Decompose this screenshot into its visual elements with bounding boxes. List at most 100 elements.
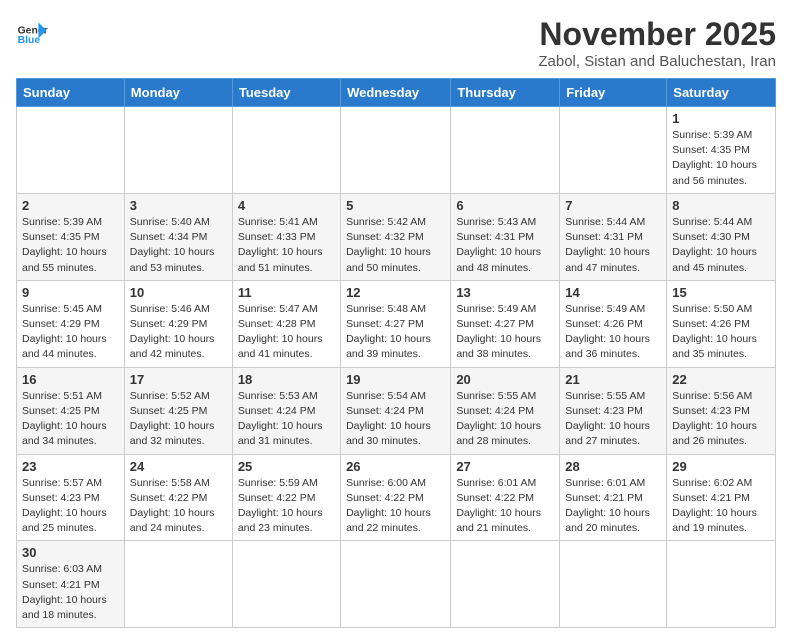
calendar-cell <box>232 107 340 194</box>
day-number: 20 <box>456 372 554 387</box>
day-number: 16 <box>22 372 119 387</box>
day-info: Sunrise: 5:45 AM Sunset: 4:29 PM Dayligh… <box>22 302 119 363</box>
day-number: 12 <box>346 285 445 300</box>
day-number: 19 <box>346 372 445 387</box>
month-title: November 2025 <box>538 16 776 53</box>
day-number: 8 <box>672 198 770 213</box>
day-number: 28 <box>565 459 661 474</box>
header-friday: Friday <box>560 79 667 107</box>
calendar-cell: 23Sunrise: 5:57 AM Sunset: 4:23 PM Dayli… <box>17 454 125 541</box>
day-number: 15 <box>672 285 770 300</box>
day-info: Sunrise: 5:46 AM Sunset: 4:29 PM Dayligh… <box>130 302 227 363</box>
calendar-cell: 20Sunrise: 5:55 AM Sunset: 4:24 PM Dayli… <box>451 367 560 454</box>
day-number: 30 <box>22 545 119 560</box>
calendar-cell: 10 Sunrise: 5:46 AM Sunset: 4:29 PM Dayli… <box>124 280 232 367</box>
day-number: 5 <box>346 198 445 213</box>
day-info: Sunrise: 5:48 AM Sunset: 4:27 PM Dayligh… <box>346 302 445 363</box>
calendar-cell: 5 Sunrise: 5:42 AM Sunset: 4:32 PM Daylig… <box>341 193 451 280</box>
calendar-week-row: 2Sunrise: 5:39 AM Sunset: 4:35 PM Daylig… <box>17 193 776 280</box>
day-info: Sunrise: 5:42 AM Sunset: 4:32 PM Dayligh… <box>346 215 445 276</box>
logo: General Blue <box>16 16 48 48</box>
day-info: Sunrise: 6:01 AM Sunset: 4:21 PM Dayligh… <box>565 476 661 537</box>
calendar-cell: 18 Sunrise: 5:53 AM Sunset: 4:24 PM Dayli… <box>232 367 340 454</box>
calendar-cell <box>17 107 125 194</box>
calendar-cell <box>560 107 667 194</box>
calendar-cell: 3Sunrise: 5:40 AM Sunset: 4:34 PM Daylig… <box>124 193 232 280</box>
day-number: 4 <box>238 198 335 213</box>
calendar-week-row: 23Sunrise: 5:57 AM Sunset: 4:23 PM Dayli… <box>17 454 776 541</box>
calendar-week-row: 1 Sunrise: 5:39 AM Sunset: 4:35 PM Daylig… <box>17 107 776 194</box>
day-number: 18 <box>238 372 335 387</box>
calendar-cell <box>560 541 667 628</box>
calendar-week-row: 9 Sunrise: 5:45 AM Sunset: 4:29 PM Daylig… <box>17 280 776 367</box>
day-number: 27 <box>456 459 554 474</box>
header-wednesday: Wednesday <box>341 79 451 107</box>
calendar-cell <box>124 541 232 628</box>
calendar-cell: 30 Sunrise: 6:03 AM Sunset: 4:21 PM Dayli… <box>17 541 125 628</box>
day-number: 7 <box>565 198 661 213</box>
day-info: Sunrise: 5:53 AM Sunset: 4:24 PM Dayligh… <box>238 389 335 450</box>
calendar-cell: 19 Sunrise: 5:54 AM Sunset: 4:24 PM Dayli… <box>341 367 451 454</box>
day-info: Sunrise: 5:58 AM Sunset: 4:22 PM Dayligh… <box>130 476 227 537</box>
day-info: Sunrise: 5:39 AM Sunset: 4:35 PM Dayligh… <box>22 215 119 276</box>
day-info: Sunrise: 5:40 AM Sunset: 4:34 PM Dayligh… <box>130 215 227 276</box>
day-info: Sunrise: 5:41 AM Sunset: 4:33 PM Dayligh… <box>238 215 335 276</box>
day-number: 22 <box>672 372 770 387</box>
calendar-cell: 16 Sunrise: 5:51 AM Sunset: 4:25 PM Dayli… <box>17 367 125 454</box>
calendar-cell <box>451 541 560 628</box>
header-saturday: Saturday <box>667 79 776 107</box>
day-number: 13 <box>456 285 554 300</box>
day-info: Sunrise: 5:54 AM Sunset: 4:24 PM Dayligh… <box>346 389 445 450</box>
calendar-cell: 9 Sunrise: 5:45 AM Sunset: 4:29 PM Daylig… <box>17 280 125 367</box>
day-info: Sunrise: 6:00 AM Sunset: 4:22 PM Dayligh… <box>346 476 445 537</box>
header-tuesday: Tuesday <box>232 79 340 107</box>
day-number: 1 <box>672 111 770 126</box>
day-info: Sunrise: 5:57 AM Sunset: 4:23 PM Dayligh… <box>22 476 119 537</box>
calendar-cell: 15 Sunrise: 5:50 AM Sunset: 4:26 PM Dayli… <box>667 280 776 367</box>
page-header: General Blue November 2025 Zabol, Sistan… <box>16 16 776 70</box>
header-sunday: Sunday <box>17 79 125 107</box>
day-number: 10 <box>130 285 227 300</box>
day-info: Sunrise: 5:50 AM Sunset: 4:26 PM Dayligh… <box>672 302 770 363</box>
day-info: Sunrise: 5:44 AM Sunset: 4:30 PM Dayligh… <box>672 215 770 276</box>
calendar-cell: 12 Sunrise: 5:48 AM Sunset: 4:27 PM Dayli… <box>341 280 451 367</box>
calendar-cell: 26Sunrise: 6:00 AM Sunset: 4:22 PM Dayli… <box>341 454 451 541</box>
calendar-cell: 14Sunrise: 5:49 AM Sunset: 4:26 PM Dayli… <box>560 280 667 367</box>
calendar-cell: 2Sunrise: 5:39 AM Sunset: 4:35 PM Daylig… <box>17 193 125 280</box>
calendar-cell: 13Sunrise: 5:49 AM Sunset: 4:27 PM Dayli… <box>451 280 560 367</box>
calendar-cell <box>451 107 560 194</box>
calendar-cell <box>341 541 451 628</box>
calendar-cell: 24 Sunrise: 5:58 AM Sunset: 4:22 PM Dayli… <box>124 454 232 541</box>
day-number: 9 <box>22 285 119 300</box>
calendar-cell: 17Sunrise: 5:52 AM Sunset: 4:25 PM Dayli… <box>124 367 232 454</box>
day-info: Sunrise: 5:43 AM Sunset: 4:31 PM Dayligh… <box>456 215 554 276</box>
day-number: 11 <box>238 285 335 300</box>
calendar-cell: 21Sunrise: 5:55 AM Sunset: 4:23 PM Dayli… <box>560 367 667 454</box>
calendar-cell <box>341 107 451 194</box>
header-thursday: Thursday <box>451 79 560 107</box>
day-number: 24 <box>130 459 227 474</box>
title-section: November 2025 Zabol, Sistan and Baluches… <box>538 16 776 70</box>
calendar-header-row: SundayMondayTuesdayWednesdayThursdayFrid… <box>17 79 776 107</box>
calendar-week-row: 30 Sunrise: 6:03 AM Sunset: 4:21 PM Dayli… <box>17 541 776 628</box>
calendar-cell: 25 Sunrise: 5:59 AM Sunset: 4:22 PM Dayli… <box>232 454 340 541</box>
day-info: Sunrise: 6:01 AM Sunset: 4:22 PM Dayligh… <box>456 476 554 537</box>
day-info: Sunrise: 5:39 AM Sunset: 4:35 PM Dayligh… <box>672 128 770 189</box>
calendar-cell <box>124 107 232 194</box>
day-info: Sunrise: 5:51 AM Sunset: 4:25 PM Dayligh… <box>22 389 119 450</box>
day-info: Sunrise: 5:49 AM Sunset: 4:26 PM Dayligh… <box>565 302 661 363</box>
day-info: Sunrise: 5:59 AM Sunset: 4:22 PM Dayligh… <box>238 476 335 537</box>
calendar-cell <box>667 541 776 628</box>
calendar-cell: 11 Sunrise: 5:47 AM Sunset: 4:28 PM Dayli… <box>232 280 340 367</box>
day-info: Sunrise: 5:47 AM Sunset: 4:28 PM Dayligh… <box>238 302 335 363</box>
day-number: 25 <box>238 459 335 474</box>
day-number: 29 <box>672 459 770 474</box>
calendar-cell: 22Sunrise: 5:56 AM Sunset: 4:23 PM Dayli… <box>667 367 776 454</box>
location-subtitle: Zabol, Sistan and Baluchestan, Iran <box>538 53 776 70</box>
calendar-cell: 4 Sunrise: 5:41 AM Sunset: 4:33 PM Daylig… <box>232 193 340 280</box>
day-info: Sunrise: 6:03 AM Sunset: 4:21 PM Dayligh… <box>22 562 119 623</box>
calendar-cell: 29Sunrise: 6:02 AM Sunset: 4:21 PM Dayli… <box>667 454 776 541</box>
calendar-cell: 27 Sunrise: 6:01 AM Sunset: 4:22 PM Dayli… <box>451 454 560 541</box>
calendar-cell <box>232 541 340 628</box>
day-info: Sunrise: 5:52 AM Sunset: 4:25 PM Dayligh… <box>130 389 227 450</box>
